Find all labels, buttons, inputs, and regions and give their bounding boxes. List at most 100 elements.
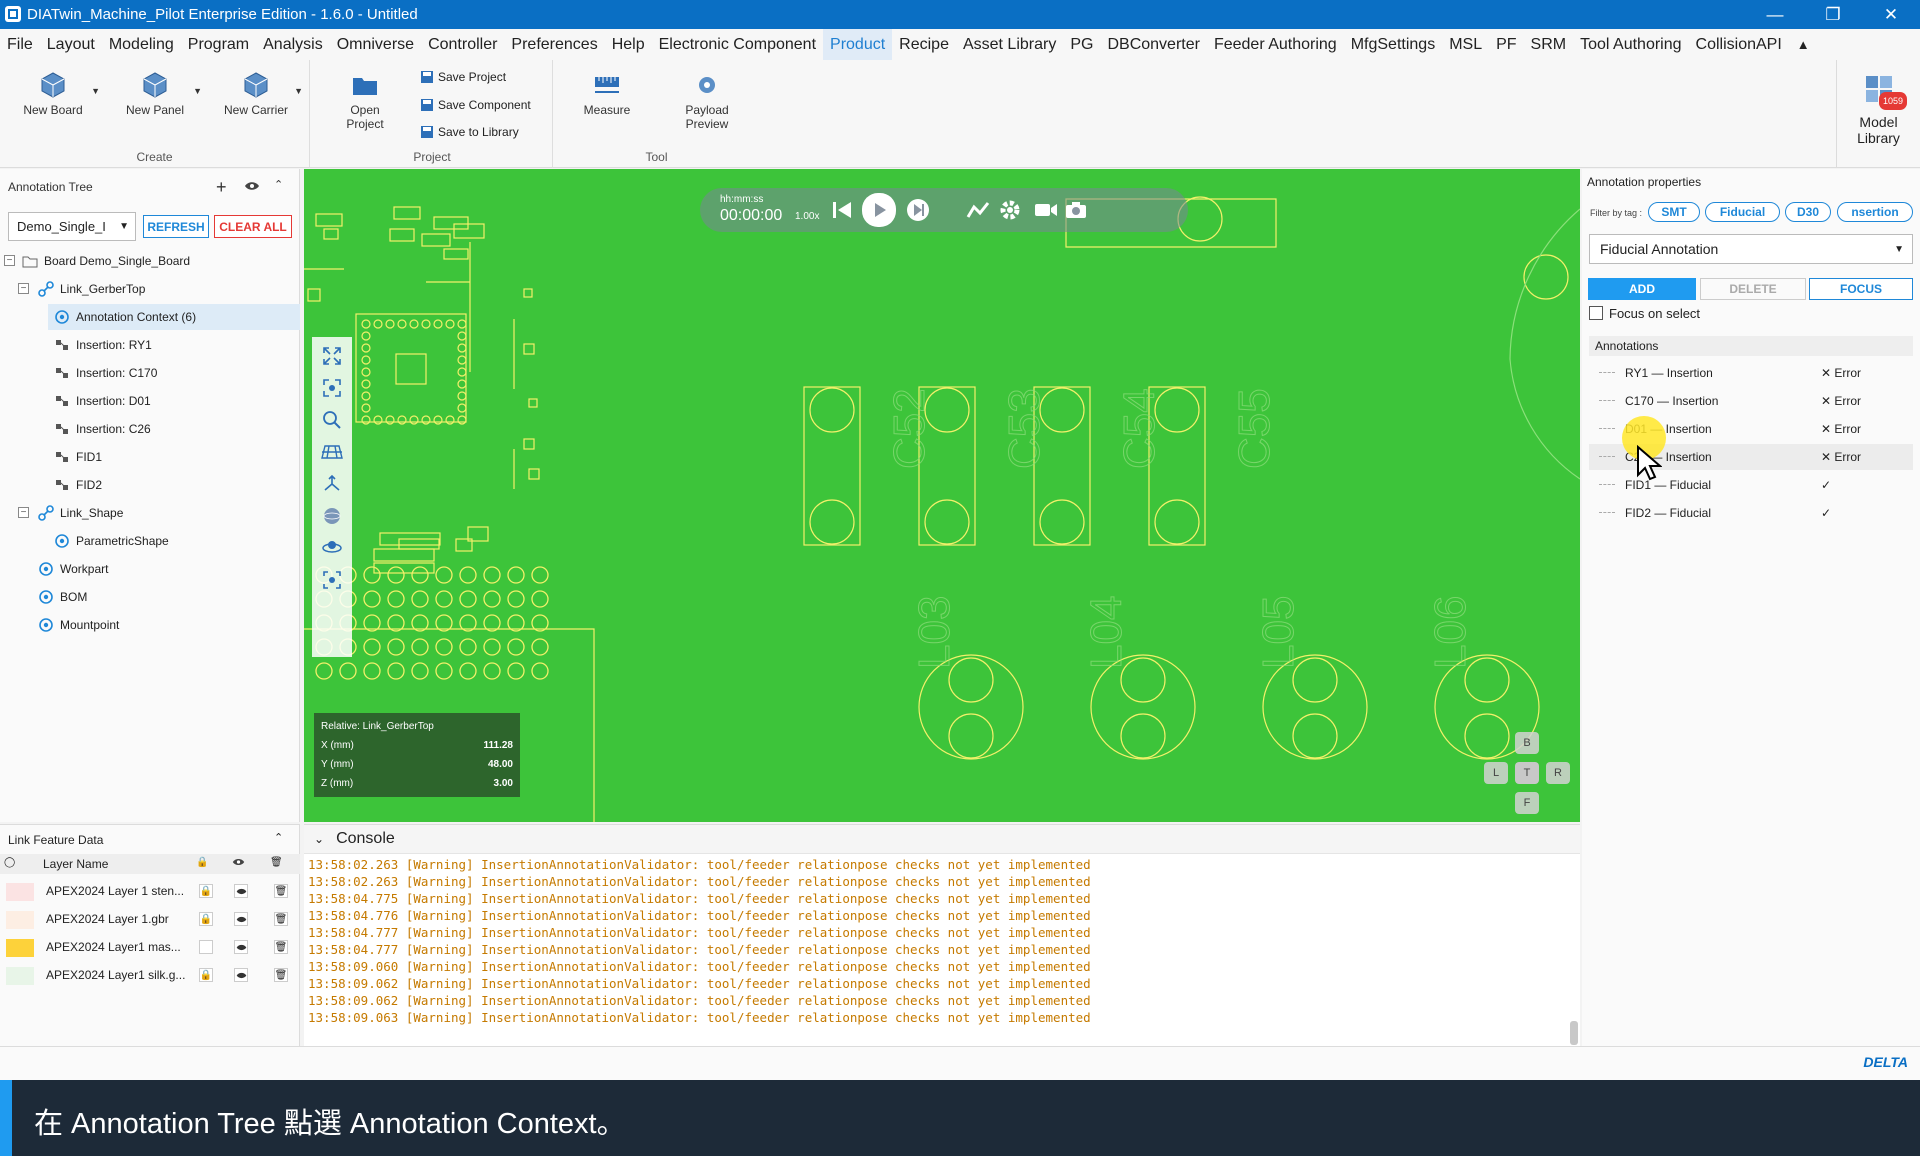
step-forward-icon[interactable] xyxy=(902,194,934,226)
tree-node-link-shape[interactable]: Link_Shape xyxy=(38,500,123,526)
sphere-icon[interactable] xyxy=(319,503,345,529)
fit-selection-icon[interactable] xyxy=(319,375,345,401)
axes-icon[interactable] xyxy=(319,471,345,497)
layer-color-swatch[interactable] xyxy=(6,939,34,957)
menu-recipe[interactable]: Recipe xyxy=(892,29,956,60)
nav-left-button[interactable]: L xyxy=(1484,762,1508,784)
viewport-3d[interactable]: C52 C53 C54 C55 L03 L04 L05 L06 hh:mm:ss… xyxy=(304,169,1580,822)
layer-color-swatch[interactable] xyxy=(6,883,34,901)
chevron-down-icon[interactable]: ⌄ xyxy=(314,832,324,846)
menu-collisionapi[interactable]: CollisionAPI xyxy=(1689,29,1789,60)
annotation-row[interactable]: RY1 — Insertion ✕ Error xyxy=(1589,360,1913,386)
grid-floor-icon[interactable] xyxy=(319,439,345,465)
tag-chip-insertion[interactable]: nsertion xyxy=(1837,202,1913,222)
model-library-button[interactable]: 1059 Model Library xyxy=(1836,60,1920,168)
fit-all-icon[interactable] xyxy=(319,343,345,369)
eye-icon[interactable] xyxy=(234,968,248,982)
save-to-library-button[interactable]: Save to Library xyxy=(420,125,519,139)
menu-asset-library[interactable]: Asset Library xyxy=(956,29,1063,60)
robot-arm-icon[interactable] xyxy=(962,194,994,226)
chevron-down-icon[interactable]: ▼ xyxy=(294,84,303,98)
tree-node-fid1[interactable]: FID1 xyxy=(54,444,102,470)
menu-srm[interactable]: SRM xyxy=(1524,29,1574,60)
eye-icon[interactable] xyxy=(234,884,248,898)
tree-node-bom[interactable]: BOM xyxy=(38,584,87,610)
context-select[interactable]: Demo_Single_I ▼ xyxy=(8,212,136,241)
trash-icon[interactable]: 🗑 xyxy=(274,940,288,954)
minimize-icon[interactable]: — xyxy=(1746,0,1804,29)
camera-icon[interactable] xyxy=(1060,194,1092,226)
refresh-button[interactable]: REFRESH xyxy=(143,215,209,238)
video-camera-icon[interactable] xyxy=(1030,194,1062,226)
nav-back-button[interactable]: B xyxy=(1515,732,1539,754)
trash-icon[interactable]: 🗑 xyxy=(274,884,288,898)
new-panel-button[interactable]: New Panel ▼ xyxy=(120,70,202,117)
menu-help[interactable]: Help xyxy=(605,29,652,60)
tree-node-workpart[interactable]: Workpart xyxy=(38,556,108,582)
focus-target-icon[interactable] xyxy=(319,567,345,593)
annotation-row[interactable]: FID2 — Fiducial ✓ xyxy=(1589,500,1913,526)
annotation-type-select[interactable]: Fiducial Annotation ▼ xyxy=(1589,234,1913,264)
save-component-button[interactable]: Save Component xyxy=(420,98,531,112)
menu-electronic-component[interactable]: Electronic Component xyxy=(652,29,823,60)
nav-right-button[interactable]: R xyxy=(1546,762,1570,784)
collapse-icon[interactable]: − xyxy=(4,255,15,266)
collapse-icon[interactable]: − xyxy=(18,507,29,518)
add-button[interactable]: ADD xyxy=(1588,278,1696,300)
skip-back-icon[interactable] xyxy=(826,194,858,226)
orbit-icon[interactable] xyxy=(319,535,345,561)
layer-row[interactable]: APEX2024 Layer 1.gbr 🔒 🗑 xyxy=(0,905,300,933)
chevron-down-icon[interactable]: ▼ xyxy=(193,84,202,98)
menu-msl[interactable]: MSL xyxy=(1442,29,1489,60)
chevron-up-icon[interactable]: ▲ xyxy=(1789,37,1818,52)
lock-icon[interactable]: 🔒 xyxy=(199,968,213,982)
tree-node-annotation-context[interactable]: Annotation Context (6) xyxy=(48,304,300,330)
menu-pg[interactable]: PG xyxy=(1063,29,1100,60)
layer-row[interactable]: APEX2024 Layer1 mas... 🗑 xyxy=(0,933,300,961)
lock-icon[interactable]: 🔒 xyxy=(199,912,213,926)
focus-button[interactable]: FOCUS xyxy=(1809,278,1913,300)
menu-mfgsettings[interactable]: MfgSettings xyxy=(1344,29,1442,60)
clear-all-button[interactable]: CLEAR ALL xyxy=(214,215,292,238)
menu-program[interactable]: Program xyxy=(181,29,256,60)
eye-icon[interactable] xyxy=(234,912,248,926)
trash-icon[interactable]: 🗑 xyxy=(274,968,288,982)
menu-controller[interactable]: Controller xyxy=(421,29,504,60)
menu-analysis[interactable]: Analysis xyxy=(256,29,330,60)
menu-modeling[interactable]: Modeling xyxy=(102,29,181,60)
menu-omniverse[interactable]: Omniverse xyxy=(330,29,421,60)
gear-icon[interactable] xyxy=(994,194,1026,226)
chevron-down-icon[interactable]: ▼ xyxy=(91,84,100,98)
tag-chip-fiducial[interactable]: Fiducial xyxy=(1705,202,1780,222)
menu-preferences[interactable]: Preferences xyxy=(504,29,604,60)
layer-row[interactable]: APEX2024 Layer1 silk.g... 🔒 🗑 xyxy=(0,961,300,989)
open-project-button[interactable]: Open Project xyxy=(330,70,400,131)
trash-icon[interactable]: 🗑 xyxy=(274,912,288,926)
nav-front-button[interactable]: F xyxy=(1515,792,1539,814)
payload-preview-button[interactable]: Payload Preview xyxy=(672,70,742,131)
unlock-icon[interactable] xyxy=(199,940,213,954)
tree-node-board[interactable]: Board Demo_Single_Board xyxy=(22,248,292,274)
delete-button[interactable]: DELETE xyxy=(1700,278,1806,300)
tag-chip-d30[interactable]: D30 xyxy=(1785,202,1831,222)
layer-row[interactable]: APEX2024 Layer 1 sten... 🔒 🗑 xyxy=(0,877,300,905)
focus-on-select-checkbox[interactable] xyxy=(1589,306,1603,320)
nav-top-button[interactable]: T xyxy=(1515,762,1539,784)
chevron-up-icon[interactable]: ⌃ xyxy=(274,831,283,844)
console-header[interactable]: ⌄ Console xyxy=(304,825,1580,854)
menu-pf[interactable]: PF xyxy=(1489,29,1523,60)
tag-chip-smt[interactable]: SMT xyxy=(1648,202,1700,222)
layer-color-swatch[interactable] xyxy=(6,967,34,985)
tree-node-fid2[interactable]: FID2 xyxy=(54,472,102,498)
add-icon[interactable]: + xyxy=(216,177,227,198)
save-project-button[interactable]: Save Project xyxy=(420,70,506,84)
tree-node-insertion-c170[interactable]: Insertion: C170 xyxy=(54,360,157,386)
chevron-up-icon[interactable]: ⌃ xyxy=(274,178,283,191)
tree-node-link-gerbertop[interactable]: Link_GerberTop xyxy=(38,276,292,302)
lock-icon[interactable]: 🔒 xyxy=(199,884,213,898)
eye-icon[interactable] xyxy=(244,180,260,192)
collapse-icon[interactable]: − xyxy=(18,283,29,294)
tree-node-insertion-ry1[interactable]: Insertion: RY1 xyxy=(54,332,152,358)
console-scrollbar[interactable] xyxy=(1570,1021,1578,1045)
restore-icon[interactable]: ❐ xyxy=(1804,0,1862,29)
